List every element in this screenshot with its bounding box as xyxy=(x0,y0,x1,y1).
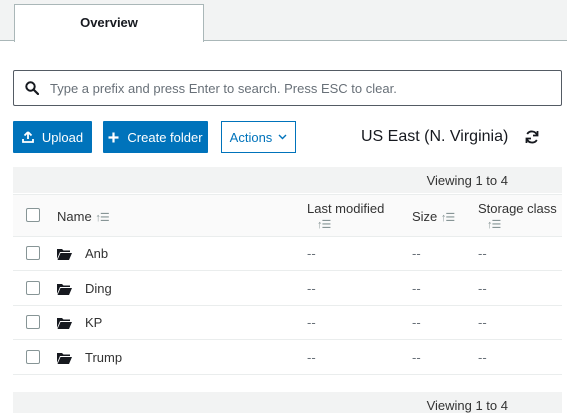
row-checkbox[interactable] xyxy=(26,315,40,329)
column-last-modified-label: Last modified xyxy=(307,201,385,216)
create-folder-button[interactable]: Create folder xyxy=(103,121,208,153)
table-row: Ding -- -- -- xyxy=(13,272,562,306)
size-cell: -- xyxy=(412,315,421,330)
table-header: Name ↑☰ Last modified ↑☰ Size ↑☰ Storage… xyxy=(13,194,562,237)
storage-class-cell: -- xyxy=(478,281,487,296)
folder-icon xyxy=(57,318,72,329)
search-input[interactable] xyxy=(50,72,555,104)
pagination-bar-top: Viewing 1 to 4 xyxy=(13,167,562,193)
column-name-label: Name xyxy=(57,209,92,224)
region-label: US East (N. Virginia) xyxy=(361,128,509,145)
search-box xyxy=(13,70,562,106)
last-modified-cell: -- xyxy=(307,281,316,296)
sort-icon: ↑☰ xyxy=(440,212,455,224)
last-modified-cell: -- xyxy=(307,350,316,365)
table-row: Anb -- -- -- xyxy=(13,237,562,271)
row-checkbox[interactable] xyxy=(26,350,40,364)
storage-class-cell: -- xyxy=(478,350,487,365)
tab-bar: Overview xyxy=(0,0,567,42)
upload-label: Upload xyxy=(41,129,84,145)
folder-icon xyxy=(57,249,72,260)
folder-name-link[interactable]: Ding xyxy=(85,281,112,296)
size-cell: -- xyxy=(412,281,421,296)
table-row: KP -- -- -- xyxy=(13,306,562,340)
storage-class-cell: -- xyxy=(478,246,487,261)
column-last-modified[interactable]: Last modified ↑☰ xyxy=(307,201,384,231)
column-size-label: Size xyxy=(412,209,438,224)
viewing-count: Viewing 1 to 4 xyxy=(426,173,508,188)
row-checkbox[interactable] xyxy=(26,281,40,295)
tab-overview[interactable]: Overview xyxy=(14,4,204,42)
folder-icon xyxy=(57,353,72,364)
last-modified-cell: -- xyxy=(307,246,316,261)
folder-name-link[interactable]: Trump xyxy=(85,350,122,365)
plus-icon xyxy=(108,132,119,142)
sort-icon: ↑☰ xyxy=(317,219,331,231)
last-modified-cell: -- xyxy=(307,315,316,330)
folder-name-link[interactable]: Anb xyxy=(85,246,108,261)
column-storage-class[interactable]: Storage class ↑☰ xyxy=(478,201,557,231)
actions-dropdown[interactable]: Actions xyxy=(221,121,296,153)
select-all-checkbox[interactable] xyxy=(26,208,40,222)
chevron-down-icon xyxy=(278,134,287,140)
search-icon xyxy=(25,81,39,95)
refresh-icon[interactable] xyxy=(524,129,540,145)
sort-icon: ↑☰ xyxy=(487,219,501,231)
folder-name-link[interactable]: KP xyxy=(85,315,102,330)
table-row: Trump -- -- -- xyxy=(13,341,562,375)
create-folder-label: Create folder xyxy=(127,129,203,145)
actions-label: Actions xyxy=(229,129,273,145)
viewing-count: Viewing 1 to 4 xyxy=(426,398,508,413)
column-storage-class-label: Storage class xyxy=(478,201,557,216)
column-name[interactable]: Name ↑☰ xyxy=(57,209,110,224)
pagination-bar-bottom: Viewing 1 to 4 xyxy=(13,392,562,413)
storage-class-cell: -- xyxy=(478,315,487,330)
folder-icon xyxy=(57,284,72,295)
row-checkbox[interactable] xyxy=(26,246,40,260)
sort-icon: ↑☰ xyxy=(95,212,109,224)
size-cell: -- xyxy=(412,246,421,261)
column-size[interactable]: Size ↑☰ xyxy=(412,209,455,224)
upload-button[interactable]: Upload xyxy=(13,121,92,153)
upload-icon xyxy=(21,131,34,143)
size-cell: -- xyxy=(412,350,421,365)
